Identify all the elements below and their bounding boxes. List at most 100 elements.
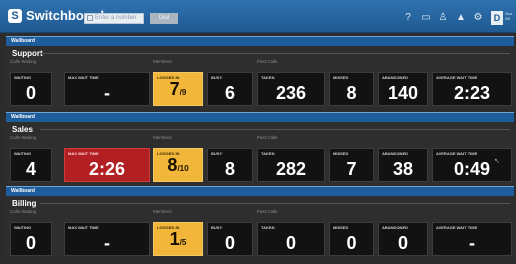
stat-value-wrap: -	[65, 234, 149, 252]
tile-busy: BUSY 0	[207, 222, 253, 256]
divider	[40, 203, 510, 204]
tile-avg-wait: AVERAGE WAIT TIME 2:23	[432, 72, 512, 106]
stat-value-wrap: -	[65, 84, 149, 102]
stat-value: 0	[346, 233, 357, 253]
stat-label: TAKEN	[261, 225, 275, 230]
logged-in-total: /9	[179, 88, 187, 97]
stat-value-wrap: 1/5	[154, 230, 202, 252]
logged-in-count: 1	[169, 229, 180, 249]
calls-waiting-heading: Calls Waiting	[10, 135, 37, 140]
tile-missed: MISSED 7	[329, 148, 374, 182]
tile-taken: TAKEN 236	[257, 72, 325, 106]
tile-busy: BUSY 6	[207, 72, 253, 106]
number-search-input[interactable]: Enter a number	[84, 13, 144, 24]
top-bar: S Switchboard Enter a number Dial ? ▭ ♙ …	[0, 0, 516, 33]
stat-value: 0	[25, 83, 36, 103]
logged-in-count: 8	[167, 155, 178, 175]
tile-abandoned: ABANDONED 38	[378, 148, 428, 182]
stat-label: MISSED	[333, 75, 349, 80]
bell-icon[interactable]: ▲	[455, 12, 467, 24]
stat-label: AVERAGE WAIT TIME	[436, 225, 478, 230]
queue-title: Billing	[12, 199, 37, 208]
queue-panel-sales: Wallboard Sales Calls Waiting Members Past C…	[6, 112, 514, 184]
tile-logged-in: LOGGED IN 1/5	[153, 222, 203, 256]
tile-avg-wait: AVERAGE WAIT TIME 0:49	[432, 148, 512, 182]
divider	[40, 53, 510, 54]
logged-in-total: /10	[177, 164, 189, 173]
members-heading: Members	[153, 59, 172, 64]
tile-max-wait: MAX WAIT TIME -	[64, 222, 150, 256]
settings-icon[interactable]: ⚙	[472, 12, 484, 24]
stat-label: MAX WAIT TIME	[68, 225, 99, 230]
tile-waiting: WAITING 4	[10, 148, 52, 182]
wallboard-header: Wallboard	[6, 186, 514, 196]
wallboard-header: Wallboard	[6, 36, 514, 46]
stat-label: BUSY	[211, 151, 223, 156]
stat-value-wrap: 8	[330, 84, 373, 102]
members-heading: Members	[153, 135, 172, 140]
stat-value-wrap: 0	[258, 234, 324, 252]
help-icon[interactable]: ?	[402, 12, 414, 24]
tile-waiting: WAITING 0	[10, 72, 52, 106]
stat-value: 140	[387, 83, 419, 103]
stat-value: 4	[25, 159, 36, 179]
stat-value-wrap: 0	[208, 234, 252, 252]
queue-panel-support: Wallboard Support Calls Waiting Members Past…	[6, 36, 514, 108]
stat-label: MAX WAIT TIME	[68, 75, 99, 80]
tile-taken: TAKEN 0	[257, 222, 325, 256]
stat-value: 0:49	[453, 159, 491, 179]
stat-value: -	[104, 233, 110, 253]
queue-title: Sales	[12, 125, 33, 134]
stat-value-wrap: 8/10	[154, 156, 202, 178]
stat-label: TAKEN	[261, 151, 275, 156]
avatar[interactable]: D	[491, 11, 503, 25]
tile-taken: TAKEN 282	[257, 148, 325, 182]
stat-label: ABANDONED	[382, 225, 408, 230]
stat-label: TAKEN	[261, 75, 275, 80]
stat-value-wrap: 140	[379, 84, 427, 102]
stat-value-wrap: -	[433, 234, 511, 252]
stat-label: MISSED	[333, 151, 349, 156]
stat-value-wrap: 2:23	[433, 84, 511, 102]
tile-abandoned: ABANDONED 0	[378, 222, 428, 256]
tile-max-wait: MAX WAIT TIME 2:26	[64, 148, 150, 182]
tile-avg-wait: AVERAGE WAIT TIME -	[432, 222, 512, 256]
tile-logged-in: LOGGED IN 7/9	[153, 72, 203, 106]
stat-value: 7	[346, 159, 357, 179]
stat-value-wrap: 8	[208, 160, 252, 178]
stat-label: MAX WAIT TIME	[68, 151, 99, 156]
queue-title: Support	[12, 49, 43, 58]
stat-value-wrap: 0	[11, 84, 51, 102]
person-icon[interactable]: ♙	[437, 12, 449, 24]
past-calls-heading: Past Calls	[257, 59, 278, 64]
stat-value-wrap: 236	[258, 84, 324, 102]
stat-label: WAITING	[14, 151, 32, 156]
stat-label: AVERAGE WAIT TIME	[436, 75, 478, 80]
dialpad-icon	[87, 15, 93, 21]
stat-value-wrap: 6	[208, 84, 252, 102]
monitor-icon[interactable]: ▭	[420, 12, 432, 24]
wallboard-header: Wallboard	[6, 112, 514, 122]
stat-value-wrap: 38	[379, 160, 427, 178]
stat-label: ABANDONED	[382, 75, 408, 80]
stat-value: -	[469, 233, 475, 253]
stat-value: 2:26	[88, 159, 126, 179]
stat-label: BUSY	[211, 225, 223, 230]
stat-value-wrap: 282	[258, 160, 324, 178]
dial-button[interactable]: Dial	[150, 13, 178, 24]
calls-waiting-heading: Calls Waiting	[10, 209, 37, 214]
stat-value-wrap: 4	[11, 160, 51, 178]
stat-value: 0	[224, 233, 235, 253]
calls-waiting-heading: Calls Waiting	[10, 59, 37, 64]
stat-value: 8	[346, 83, 357, 103]
queue-panel-billing: Wallboard Billing Calls Waiting Members Past…	[6, 186, 514, 258]
logged-in-total: /5	[179, 238, 187, 247]
stat-value-wrap: 0	[11, 234, 51, 252]
stat-label: AVERAGE WAIT TIME	[436, 151, 478, 156]
stat-label: BUSY	[211, 75, 223, 80]
stat-value-wrap: 7/9	[154, 80, 202, 102]
switchboard-logo-icon: S	[8, 9, 22, 23]
stat-value: 282	[275, 159, 307, 179]
stat-value-wrap: 7	[330, 160, 373, 178]
stat-value: -	[104, 83, 110, 103]
